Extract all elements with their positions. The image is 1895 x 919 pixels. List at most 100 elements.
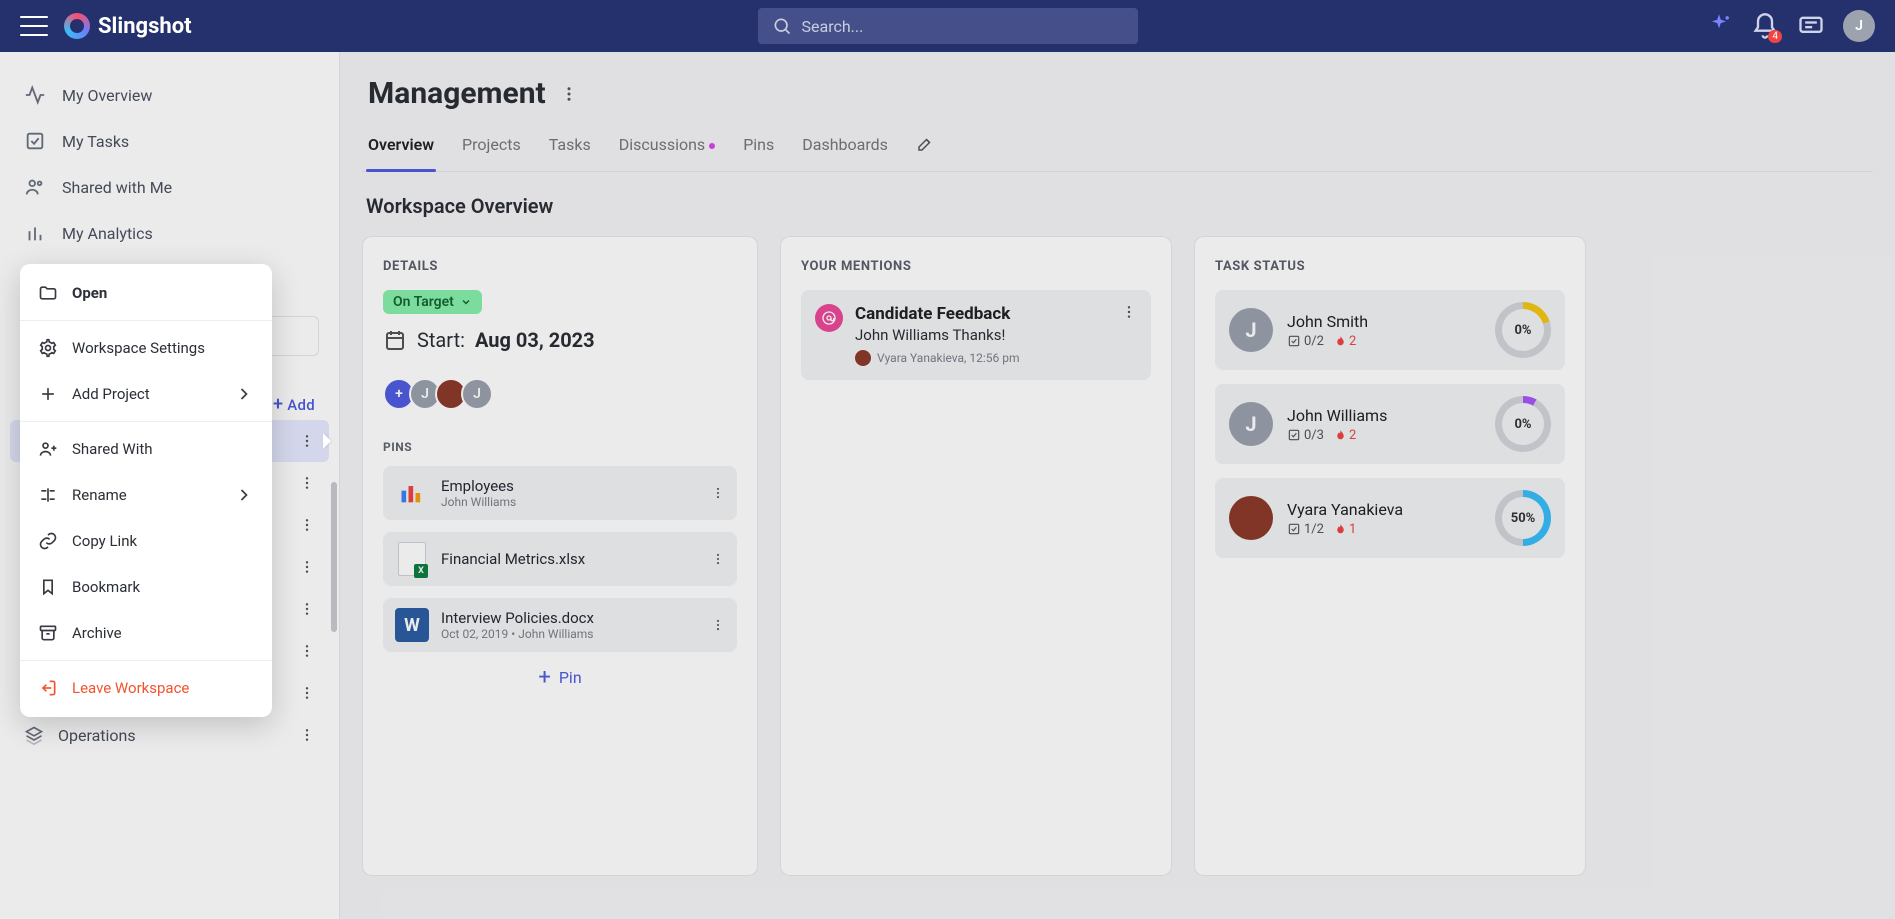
sidebar-item-label: My Tasks [62, 132, 129, 151]
plus-icon [38, 384, 58, 404]
file-type-icon: W [395, 608, 429, 642]
sidebar-item-shared-with-me[interactable]: Shared with Me [10, 164, 329, 210]
app-logo[interactable]: Slingshot [64, 13, 192, 39]
gear-icon [38, 338, 58, 358]
rename-icon [38, 485, 58, 505]
kebab-icon[interactable] [711, 486, 725, 500]
archive-icon [38, 623, 58, 643]
tab-projects[interactable]: Projects [460, 125, 523, 171]
ctx-copy-link[interactable]: Copy Link [20, 518, 272, 564]
member-avatars[interactable]: + J J [383, 378, 737, 410]
overview-title: Workspace Overview [366, 194, 1873, 218]
add-pin-button[interactable]: + Pin [383, 668, 737, 687]
kebab-icon[interactable] [299, 517, 315, 533]
ctx-open[interactable]: Open [20, 270, 272, 316]
notification-bell-icon[interactable]: 4 [1751, 12, 1779, 40]
tab-overview[interactable]: Overview [366, 125, 436, 171]
user-avatar-icon [1229, 496, 1273, 540]
chevron-right-icon [234, 384, 254, 404]
task-status-card: TASK STATUS JJohn Smith0/220% JJohn Willi… [1194, 236, 1586, 876]
ctx-rename[interactable]: Rename [20, 472, 272, 518]
kebab-icon[interactable] [299, 559, 315, 575]
tab-pins[interactable]: Pins [741, 125, 776, 171]
sidebar-item-my-analytics[interactable]: My Analytics [10, 210, 329, 256]
tab-discussions[interactable]: Discussions [617, 125, 717, 171]
ctx-add-project[interactable]: Add Project [20, 371, 272, 417]
progress-ring: 50% [1495, 490, 1551, 546]
pin-item[interactable]: XFinancial Metrics.xlsx [383, 532, 737, 586]
task-status-row[interactable]: Vyara Yanakieva1/2150% [1215, 478, 1565, 558]
users-icon [38, 439, 58, 459]
users-icon [24, 176, 46, 198]
pin-item[interactable]: EmployeesJohn Williams [383, 466, 737, 520]
ctx-archive[interactable]: Archive [20, 610, 272, 656]
link-icon [38, 531, 58, 551]
mention-at-icon [815, 304, 843, 332]
flame-icon [1334, 523, 1347, 536]
top-nav: Slingshot Search... 4 J [0, 0, 1895, 52]
ctx-bookmark[interactable]: Bookmark [20, 564, 272, 610]
kebab-icon[interactable] [711, 618, 725, 632]
calendar-icon [383, 328, 407, 352]
mention-item[interactable]: Candidate Feedback John Williams Thanks!… [801, 290, 1151, 380]
sidebar-item-label: My Overview [62, 86, 152, 105]
ctx-settings[interactable]: Workspace Settings [20, 325, 272, 371]
edit-tabs-icon[interactable] [914, 125, 936, 171]
app-name: Slingshot [98, 14, 192, 39]
chevron-down-icon [460, 296, 472, 308]
check-square-icon [1287, 428, 1301, 442]
task-status-row[interactable]: JJohn Smith0/220% [1215, 290, 1565, 370]
member-avatar[interactable]: J [461, 378, 493, 410]
sidebar-item-my-tasks[interactable]: My Tasks [10, 118, 329, 164]
logout-icon [38, 678, 58, 698]
pin-item[interactable]: WInterview Policies.docxOct 02, 2019 • J… [383, 598, 737, 652]
main-content: Management Overview Projects Tasks Discussi… [340, 52, 1895, 919]
workspace-item[interactable]: Operations [10, 714, 329, 756]
mention-meta: Vyara Yanakieva, 12:56 pm [855, 350, 1109, 366]
activity-icon [24, 84, 46, 106]
sidebar-item-my-overview[interactable]: My Overview [10, 72, 329, 118]
bookmark-icon [38, 577, 58, 597]
kebab-icon[interactable] [299, 475, 315, 491]
check-square-icon [1287, 522, 1301, 536]
tab-bar: Overview Projects Tasks Discussions Pins Dash… [362, 125, 1873, 172]
kebab-icon[interactable] [299, 433, 315, 449]
mentions-heading: YOUR MENTIONS [801, 259, 1151, 274]
sidebar-item-label: Shared with Me [62, 178, 172, 197]
logo-mark-icon [64, 13, 90, 39]
start-date-row: Start: Aug 03, 2023 [383, 328, 737, 352]
tab-tasks[interactable]: Tasks [547, 125, 593, 171]
sidebar-item-label: My Analytics [62, 224, 153, 243]
ctx-leave-workspace[interactable]: Leave Workspace [20, 665, 272, 711]
add-workspace-link[interactable]: + Add [273, 396, 315, 414]
search-icon [772, 16, 792, 36]
user-avatar-icon: J [1229, 308, 1273, 352]
mention-title: Candidate Feedback [855, 304, 1109, 324]
kebab-icon[interactable] [1121, 304, 1137, 320]
check-square-icon [1287, 334, 1301, 348]
chat-icon[interactable] [1797, 12, 1825, 40]
task-status-row[interactable]: JJohn Williams0/320% [1215, 384, 1565, 464]
file-type-icon [395, 476, 429, 510]
kebab-icon[interactable] [560, 85, 578, 103]
tab-dashboards[interactable]: Dashboards [800, 125, 890, 171]
bar-chart-icon [24, 222, 46, 244]
menu-toggle-icon[interactable] [20, 16, 48, 36]
sidebar-scrollbar[interactable] [331, 482, 337, 632]
user-avatar[interactable]: J [1843, 10, 1875, 42]
status-heading: TASK STATUS [1215, 259, 1565, 274]
kebab-icon[interactable] [299, 727, 315, 743]
mentions-card: YOUR MENTIONS Candidate Feedback John Wi… [780, 236, 1172, 876]
ctx-shared-with[interactable]: Shared With [20, 426, 272, 472]
kebab-icon[interactable] [299, 601, 315, 617]
page-title: Management [368, 76, 546, 111]
search-input[interactable]: Search... [758, 8, 1138, 44]
progress-ring: 0% [1495, 302, 1551, 358]
kebab-icon[interactable] [711, 552, 725, 566]
ai-sparkle-icon[interactable] [1705, 12, 1733, 40]
kebab-icon[interactable] [299, 685, 315, 701]
status-pill[interactable]: On Target [383, 290, 482, 314]
kebab-icon[interactable] [299, 643, 315, 659]
user-avatar-icon: J [1229, 402, 1273, 446]
chevron-right-icon [234, 485, 254, 505]
